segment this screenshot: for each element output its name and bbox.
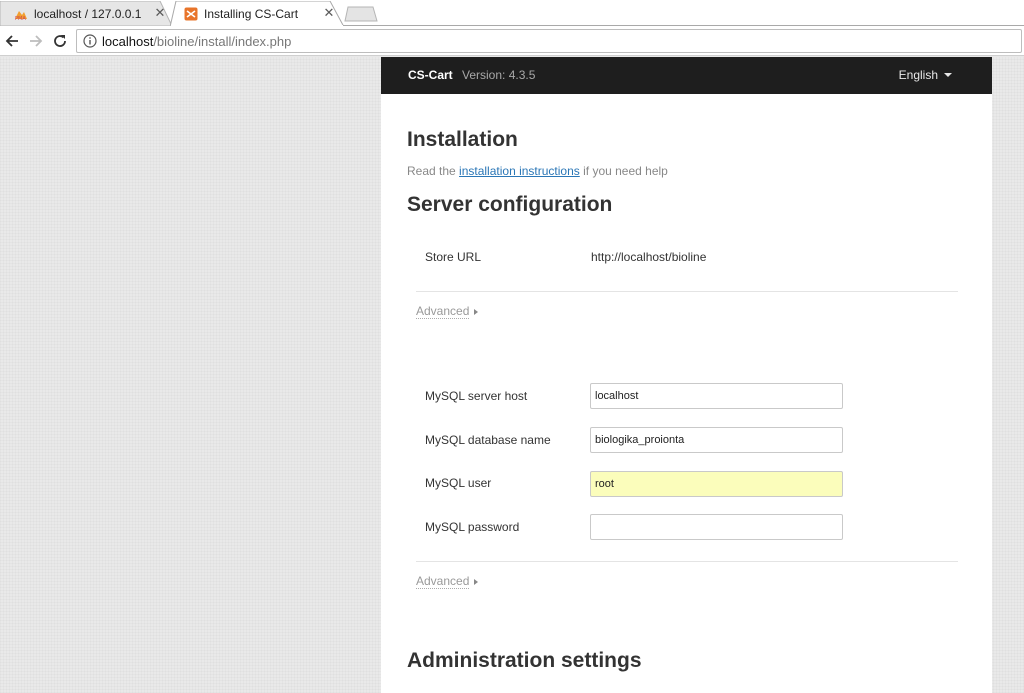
store-url-label: Store URL: [425, 250, 482, 264]
installer-header: CS-Cart Version: 4.3.5 English: [381, 57, 992, 94]
tab-title: localhost / 127.0.0.1 / bio: [34, 6, 142, 21]
page-viewport: CS-Cart Version: 4.3.5 English Installat…: [0, 57, 1024, 693]
arrow-right-icon: [30, 35, 43, 47]
divider: [416, 561, 958, 562]
mysql-advanced-toggle[interactable]: Advanced: [416, 574, 479, 589]
server-configuration-heading: Server configuration: [407, 193, 613, 216]
administration-settings-heading: Administration settings: [407, 649, 642, 672]
mysql-host-label: MySQL server host: [425, 389, 528, 403]
installer-panel: CS-Cart Version: 4.3.5 English Installat…: [381, 57, 992, 693]
browser-toolbar: localhost/bioline/install/index.php: [0, 26, 1024, 56]
divider: [416, 291, 958, 292]
info-icon[interactable]: [83, 34, 97, 48]
help-prefix: Read the: [407, 164, 460, 178]
language-selector[interactable]: English: [899, 68, 952, 82]
back-button[interactable]: [2, 31, 22, 51]
version-label: Version: 4.3.5: [462, 68, 536, 82]
close-tab-icon[interactable]: ✕: [322, 6, 336, 20]
server-advanced-toggle[interactable]: Advanced: [416, 304, 479, 319]
url-path: /bioline/install/index.php: [153, 33, 292, 49]
mysql-user-input[interactable]: [590, 471, 843, 497]
mysql-user-label: MySQL user: [425, 476, 492, 490]
advanced-label: Advanced: [416, 304, 470, 319]
page-title: Installation: [407, 128, 518, 151]
reload-icon: [54, 35, 66, 47]
store-url-value: http://localhost/bioline: [591, 250, 707, 264]
caret-down-icon: [944, 73, 952, 77]
help-text: Read the installation instructions if yo…: [407, 164, 668, 178]
browser-tabstrip: PMA localhost / 127.0.0.1 / bio ✕ Instal…: [0, 0, 1024, 27]
advanced-label: Advanced: [416, 574, 470, 589]
arrow-left-icon: [5, 35, 18, 47]
tab-installing-cscart[interactable]: Installing CS-Cart ✕: [170, 1, 346, 27]
mysql-host-input[interactable]: [590, 383, 843, 409]
address-bar[interactable]: localhost/bioline/install/index.php: [76, 29, 1022, 53]
close-tab-icon[interactable]: ✕: [153, 6, 167, 20]
pma-icon: PMA: [14, 7, 28, 21]
mysql-password-input[interactable]: [590, 514, 843, 540]
cscart-icon: [184, 7, 198, 21]
language-label: English: [898, 68, 938, 82]
triangle-right-icon: [474, 309, 479, 315]
tab-phpmyadmin[interactable]: PMA localhost / 127.0.0.1 / bio ✕: [0, 1, 176, 26]
tab-title: Installing CS-Cart: [204, 6, 299, 21]
mysql-database-input[interactable]: [590, 427, 843, 453]
tab-content: Installing CS-Cart: [184, 1, 314, 26]
url-host: localhost: [102, 33, 154, 49]
tab-content: PMA localhost / 127.0.0.1 / bio: [14, 1, 142, 26]
mysql-password-label: MySQL password: [425, 520, 520, 534]
help-suffix: if you need help: [579, 164, 668, 178]
svg-text:PMA: PMA: [15, 16, 26, 21]
triangle-right-icon: [474, 579, 479, 585]
reload-button[interactable]: [50, 31, 70, 51]
forward-button[interactable]: [26, 31, 46, 51]
installation-instructions-link[interactable]: installation instructions: [459, 164, 580, 178]
brand-logo: CS-Cart: [408, 68, 453, 82]
new-tab-button[interactable]: [344, 6, 378, 22]
mysql-database-label: MySQL database name: [425, 433, 551, 447]
